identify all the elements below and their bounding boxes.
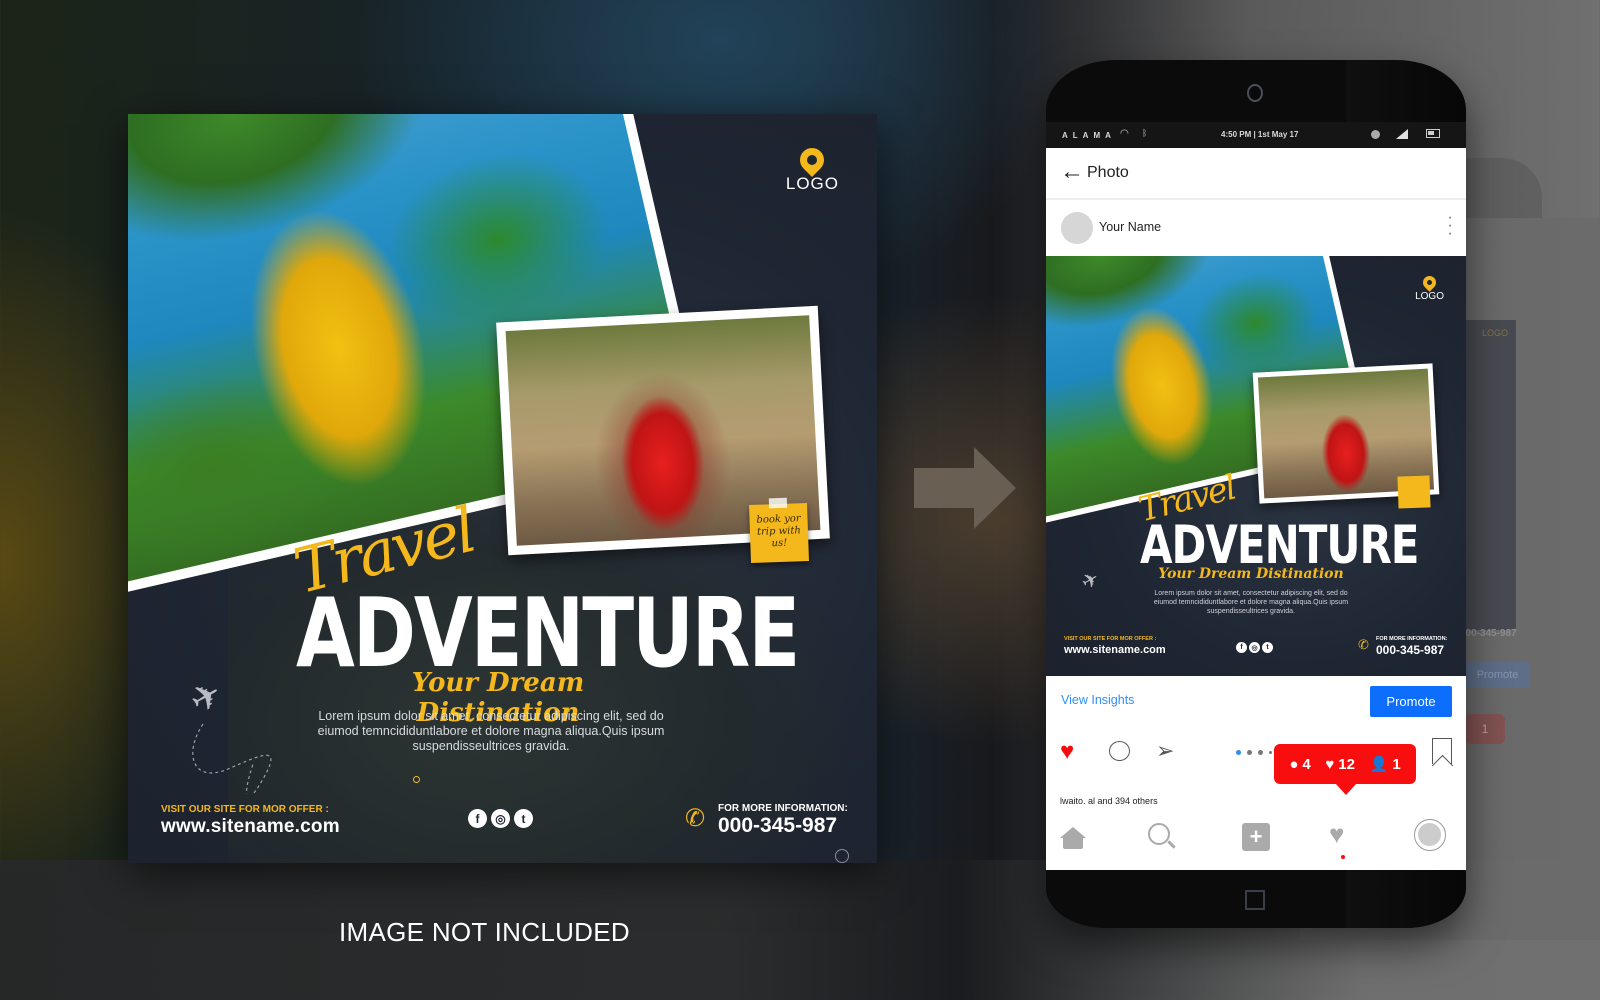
post-social-icons: f ◎ t — [1236, 642, 1273, 653]
post-phone-number: 000-345-987 — [1376, 643, 1445, 657]
bottom-nav: + ♥ — [1046, 813, 1466, 870]
bookmark-icon[interactable] — [1432, 738, 1452, 764]
visit-label: VISIT OUR SITE FOR MOR OFFER : — [161, 804, 329, 815]
twitter-icon: t — [1262, 642, 1273, 653]
dot — [1247, 750, 1252, 755]
insights-row: View Insights Promote — [1046, 676, 1466, 726]
facebook-icon: f — [468, 809, 487, 828]
liked-by-text[interactable]: lwaito. al and 394 others — [1060, 796, 1158, 806]
add-post-icon[interactable]: + — [1242, 823, 1270, 851]
bluetooth-icon: ᛒ — [1142, 128, 1148, 138]
phone-number: 000-345-987 — [718, 814, 838, 837]
likes-value: 12 — [1338, 755, 1355, 773]
body-text: Lorem ipsum dolor sit amet, consectetur … — [317, 709, 665, 753]
camera-icon — [1247, 84, 1263, 102]
status-time: 4:50 PM | 1st May 17 — [1221, 130, 1299, 139]
phone-mockup: ALAMA ◠ ᛒ 4:50 PM | 1st May 17 ← Photo Y… — [1046, 60, 1466, 928]
airplane-icon: ✈ — [1077, 567, 1104, 595]
ghost-badge: 1 — [1465, 714, 1505, 744]
comments-value: 4 — [1302, 755, 1311, 773]
logo: LOGO — [785, 143, 839, 194]
page-title: Photo — [1087, 164, 1129, 181]
post-tagline: Your Dream Distination — [1158, 566, 1344, 582]
instagram-icon: ◎ — [1249, 642, 1260, 653]
comments-count: ● 4 — [1289, 756, 1310, 773]
app-header: ← Photo — [1046, 148, 1466, 200]
signal-icon — [1396, 129, 1408, 139]
post-visit-label: VISIT OUR SITE FOR MOR OFFER : — [1064, 636, 1157, 642]
user-name[interactable]: Your Name — [1099, 220, 1161, 234]
facebook-icon: f — [1236, 642, 1247, 653]
followers-count: 👤 1 — [1369, 755, 1401, 774]
home-button[interactable] — [1245, 890, 1265, 910]
post-header: Your Name · · · — [1046, 202, 1466, 256]
phone-icon: ✆ — [685, 805, 706, 832]
comment-bubble-icon: ● — [1289, 755, 1299, 773]
post-logo-text: LOGO — [1415, 291, 1444, 302]
like-heart-icon[interactable]: ♥ — [1060, 738, 1074, 766]
share-icon[interactable]: ➢ — [1156, 738, 1174, 764]
notification-badge: ● 4 ♥ 12 👤 1 — [1274, 744, 1416, 795]
sticky-note: book yor trip with us! — [749, 503, 809, 563]
followers-value: 1 — [1392, 755, 1401, 773]
avatar[interactable] — [1061, 212, 1093, 244]
dot — [1269, 751, 1272, 754]
info-label: FOR MORE INFORMATION: — [718, 803, 848, 814]
wifi-icon: ◠ — [1120, 128, 1129, 139]
flight-path-icon — [192, 723, 272, 794]
likes-count: ♥ 12 — [1325, 756, 1355, 773]
profile-icon[interactable] — [1414, 819, 1446, 851]
home-icon[interactable] — [1060, 827, 1086, 849]
view-insights-link[interactable]: View Insights — [1061, 693, 1134, 707]
ghost-logo: LOGO — [1482, 328, 1509, 338]
post-sticky-note — [1397, 475, 1431, 509]
post-site-url: www.sitename.com — [1064, 644, 1166, 656]
heart-icon: ♥ — [1325, 755, 1335, 773]
activity-dot — [1341, 855, 1345, 859]
arrow-right-icon — [914, 447, 1016, 529]
location-pin-icon — [1420, 273, 1439, 292]
phone-icon: ✆ — [1358, 637, 1369, 652]
status-bar: ALAMA ◠ ᛒ 4:50 PM | 1st May 17 — [1046, 122, 1466, 148]
caption: IMAGE NOT INCLUDED — [339, 917, 630, 947]
person-icon: 👤 — [1369, 756, 1389, 773]
post-logo: LOGO — [1415, 273, 1444, 302]
ghost-promote: Promote — [1465, 662, 1530, 688]
social-icons: f ◎ t — [468, 809, 533, 828]
twitter-icon: t — [514, 809, 533, 828]
more-options-icon[interactable]: · · · — [1446, 210, 1454, 242]
decor-circle-corner — [835, 849, 849, 863]
activity-heart-icon[interactable]: ♥ — [1329, 819, 1344, 850]
decor-circle — [413, 776, 420, 783]
promote-button[interactable]: Promote — [1370, 686, 1452, 717]
travel-flyer: book yor trip with us! LOGO Travel ADVEN… — [128, 114, 877, 863]
location-pin-icon — [795, 143, 830, 177]
dot — [1258, 750, 1263, 755]
post-info-label: FOR MORE INFORMATION: — [1376, 636, 1448, 642]
carrier-name: ALAMA — [1062, 131, 1116, 140]
comment-icon[interactable] — [1109, 741, 1130, 761]
post-image[interactable]: LOGO Travel ADVENTURE Your Dream Distina… — [1046, 256, 1466, 676]
ghost-phone-number: 000-345-987 — [1460, 628, 1517, 639]
logo-text: LOGO — [785, 174, 839, 193]
search-icon[interactable] — [1148, 823, 1170, 845]
back-arrow-icon[interactable]: ← — [1060, 160, 1084, 184]
clock-icon — [1371, 130, 1380, 139]
carousel-dots — [1236, 750, 1272, 755]
instagram-icon: ◎ — [491, 809, 510, 828]
site-url: www.sitename.com — [161, 816, 340, 837]
app-screen: ← Photo Your Name · · · LOGO Travel ADVENT… — [1046, 148, 1466, 870]
dot-active — [1236, 750, 1241, 755]
battery-icon — [1426, 129, 1440, 138]
post-body-text: Lorem ipsum dolor sit amet, consectetur … — [1153, 590, 1349, 615]
